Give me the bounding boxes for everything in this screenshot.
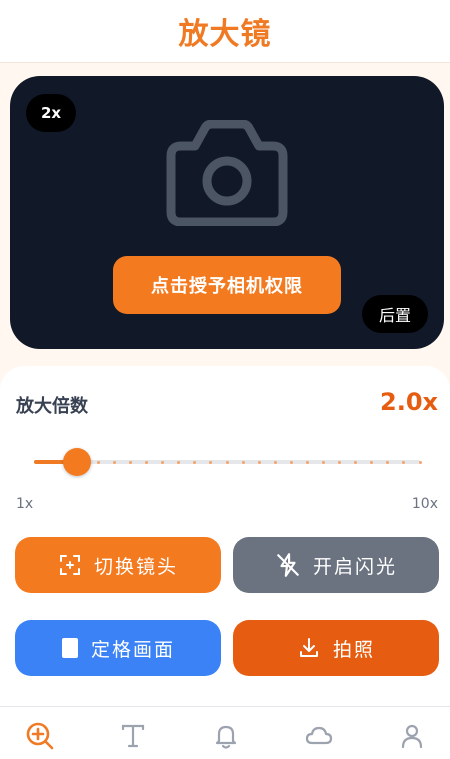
bottom-nav <box>0 706 450 759</box>
zoom-max-label: 10x <box>411 496 438 512</box>
slider-tick <box>112 461 116 464</box>
control-panel: 放大倍数 2.0x 1x 10x 切换镜头 开启闪光 定格画面 拍照 <box>0 366 450 706</box>
slider-tick <box>402 461 406 464</box>
take-photo-button[interactable]: 拍照 <box>233 620 439 676</box>
slider-tick <box>386 461 390 464</box>
nav-item-profile[interactable] <box>397 721 427 751</box>
freeze-frame-button[interactable]: 定格画面 <box>15 620 221 676</box>
freeze-label: 定格画面 <box>90 638 175 661</box>
slider-tick <box>209 461 213 464</box>
slider-thumb[interactable] <box>62 448 91 476</box>
text-icon <box>121 724 145 748</box>
zoom-badge: 2x <box>26 94 76 132</box>
slider-tick <box>257 461 261 464</box>
magnifier-plus-icon <box>26 722 54 750</box>
freeze-icon <box>61 638 78 658</box>
switch-lens-icon <box>59 555 80 575</box>
slider-tick <box>305 461 309 464</box>
photo-label: 拍照 <box>332 638 375 661</box>
zoom-min-label: 1x <box>16 496 34 512</box>
slider-tick <box>177 461 181 464</box>
slider-tick <box>145 461 149 464</box>
nav-item-text[interactable] <box>118 721 148 751</box>
slider-tick <box>273 461 277 464</box>
flash-toggle-button[interactable]: 开启闪光 <box>233 537 439 593</box>
slider-tick <box>289 461 293 464</box>
switch-lens-label: 切换镜头 <box>93 555 178 578</box>
slider-tick <box>225 461 229 464</box>
bell-icon <box>215 725 237 749</box>
camera-preview[interactable]: 2x 点击授予相机权限 后置 <box>10 76 444 349</box>
app-header: 放大镜 <box>0 0 450 63</box>
zoom-slider[interactable] <box>34 448 422 476</box>
slider-tick <box>193 461 197 464</box>
slider-tick <box>338 461 342 464</box>
switch-lens-button[interactable]: 切换镜头 <box>15 537 221 593</box>
nav-item-magnifier[interactable] <box>25 721 55 751</box>
user-icon <box>401 724 423 749</box>
slider-tick <box>96 461 100 464</box>
slider-tick <box>354 461 358 464</box>
rear-camera-button[interactable]: 后置 <box>362 295 428 333</box>
slider-ticks <box>34 454 422 470</box>
slider-tick <box>129 461 132 464</box>
slider-tick <box>418 461 422 464</box>
flash-label: 开启闪光 <box>312 555 397 578</box>
slider-tick <box>370 461 374 464</box>
slider-tick <box>322 461 325 464</box>
page-title: 放大镜 <box>178 17 272 52</box>
nav-item-cloud[interactable] <box>304 721 334 751</box>
slider-tick <box>241 461 245 464</box>
grant-camera-permission-button[interactable]: 点击授予相机权限 <box>113 256 341 314</box>
flash-off-icon <box>277 553 299 577</box>
download-icon <box>299 638 318 657</box>
nav-item-notifications[interactable] <box>211 721 241 751</box>
zoom-label: 放大倍数 <box>16 396 88 417</box>
zoom-value: 2.0x <box>380 388 438 416</box>
camera-icon <box>166 120 288 226</box>
slider-tick <box>161 461 165 464</box>
cloud-icon <box>305 726 333 745</box>
